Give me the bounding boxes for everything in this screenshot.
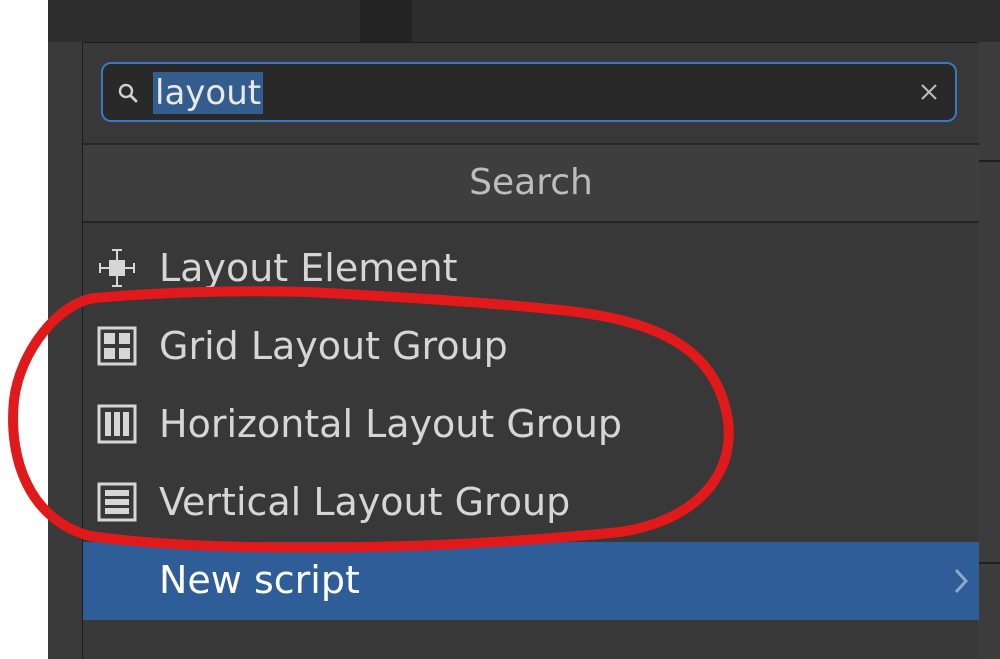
- search-icon: [118, 83, 138, 103]
- panel-divider: [978, 160, 1000, 162]
- chevron-right-icon: [954, 568, 969, 594]
- result-item-label: Horizontal Layout Group: [159, 402, 623, 446]
- horizontal-layout-icon: [97, 404, 137, 444]
- result-item-layout-element[interactable]: Layout Element: [83, 230, 979, 308]
- result-item-new-script[interactable]: New script: [83, 542, 979, 620]
- clear-search-icon[interactable]: [917, 80, 941, 104]
- layout-element-icon: [99, 249, 135, 287]
- search-field[interactable]: layout: [101, 62, 957, 122]
- search-results-list: Layout Element Grid Layout Group Horizon…: [83, 230, 979, 620]
- editor-topbar-left: [48, 0, 360, 42]
- result-item-label: Vertical Layout Group: [159, 480, 571, 524]
- panel-divider: [978, 562, 1000, 564]
- vertical-layout-icon: [97, 482, 137, 522]
- divider: [83, 221, 979, 223]
- result-item-horizontal-layout-group[interactable]: Horizontal Layout Group: [83, 386, 979, 464]
- screenshot-stage: layout Search Layout Element Grid Layout…: [0, 0, 1000, 659]
- editor-panel-splitter[interactable]: [360, 0, 412, 42]
- result-item-label: New script: [159, 558, 360, 602]
- editor-right-panel-edge: [978, 42, 1000, 659]
- grid-layout-icon: [97, 326, 137, 366]
- result-item-label: Grid Layout Group: [159, 324, 508, 368]
- search-input-selected-text[interactable]: layout: [153, 72, 264, 114]
- results-header-title: Search: [469, 162, 593, 203]
- result-item-vertical-layout-group[interactable]: Vertical Layout Group: [83, 464, 979, 542]
- add-component-popup: layout Search Layout Element Grid Layout…: [82, 42, 979, 659]
- results-header: Search: [83, 145, 979, 221]
- result-item-grid-layout-group[interactable]: Grid Layout Group: [83, 308, 979, 386]
- editor-topbar-right: [412, 0, 1000, 42]
- result-item-label: Layout Element: [159, 246, 458, 290]
